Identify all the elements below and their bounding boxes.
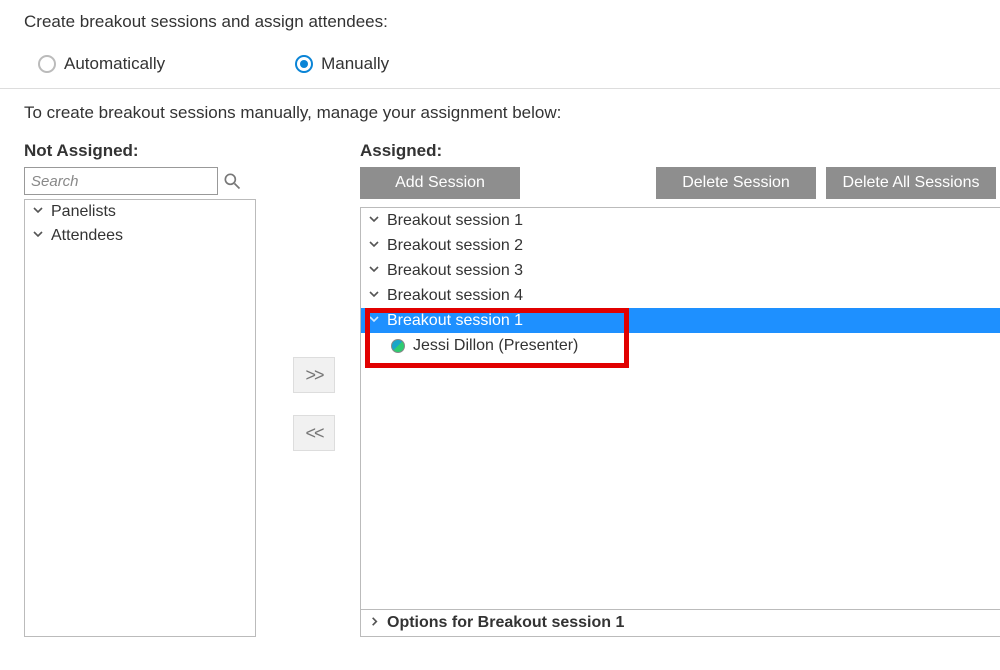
session-label: Breakout session 4 [387, 287, 523, 305]
assigned-heading: Assigned: [360, 141, 1000, 161]
session-label: Breakout session 1 [387, 212, 523, 230]
chevron-down-icon [367, 312, 381, 330]
chevron-right-icon [369, 614, 381, 632]
session-row[interactable]: Breakout session 4 [361, 283, 1000, 308]
spacer [530, 167, 646, 199]
search-icon[interactable] [222, 171, 242, 191]
radio-label-manual: Manually [321, 54, 389, 74]
session-row-selected[interactable]: Breakout session 1 [361, 308, 1000, 333]
radio-label-auto: Automatically [64, 54, 165, 74]
delete-all-sessions-button[interactable]: Delete All Sessions [826, 167, 996, 199]
not-assigned-list[interactable]: Panelists Attendees [24, 199, 256, 637]
tree-group-label: Panelists [51, 203, 116, 221]
presence-icon [391, 339, 405, 353]
assigned-panel: Assigned: Add Session Delete Session Del… [360, 141, 1000, 637]
options-footer-label: Options for Breakout session 1 [387, 614, 624, 632]
radio-automatically[interactable]: Automatically [38, 54, 165, 74]
transfer-buttons: >> << [268, 141, 360, 451]
session-row[interactable]: Breakout session 3 [361, 258, 1000, 283]
chevron-down-icon [31, 203, 45, 221]
options-footer[interactable]: Options for Breakout session 1 [361, 609, 1000, 636]
manual-instruction: To create breakout sessions manually, ma… [24, 103, 1000, 123]
add-session-button[interactable]: Add Session [360, 167, 520, 199]
assigned-list[interactable]: Breakout session 1 Breakout session 2 Br… [360, 207, 1000, 637]
session-label: Breakout session 2 [387, 237, 523, 255]
chevron-down-icon [367, 287, 381, 305]
session-row[interactable]: Breakout session 1 [361, 208, 1000, 233]
attendee-row[interactable]: Jessi Dillon (Presenter) [361, 333, 1000, 359]
tree-group-label: Attendees [51, 227, 123, 245]
radio-manually[interactable]: Manually [295, 54, 389, 74]
attendee-name: Jessi Dillon (Presenter) [413, 337, 578, 355]
dialog-instruction: Create breakout sessions and assign atte… [24, 12, 1000, 32]
chevron-down-icon [367, 262, 381, 280]
chevron-down-icon [367, 212, 381, 230]
session-label: Breakout session 1 [387, 312, 523, 330]
move-right-button[interactable]: >> [293, 357, 335, 393]
chevron-down-icon [367, 237, 381, 255]
assignment-columns: Not Assigned: Panelists Attendees [24, 141, 1000, 637]
session-label: Breakout session 3 [387, 262, 523, 280]
chevron-down-icon [31, 227, 45, 245]
tree-group-panelists[interactable]: Panelists [25, 200, 255, 224]
divider [0, 88, 1000, 89]
search-input[interactable] [24, 167, 218, 195]
delete-session-button[interactable]: Delete Session [656, 167, 816, 199]
radio-icon [295, 55, 313, 73]
move-left-button[interactable]: << [293, 415, 335, 451]
search-row [24, 167, 268, 195]
radio-icon [38, 55, 56, 73]
not-assigned-panel: Not Assigned: Panelists Attendees [24, 141, 268, 637]
assignment-mode-radios: Automatically Manually [24, 54, 1000, 74]
not-assigned-heading: Not Assigned: [24, 141, 268, 161]
tree-group-attendees[interactable]: Attendees [25, 224, 255, 248]
session-row[interactable]: Breakout session 2 [361, 233, 1000, 258]
assigned-button-row: Add Session Delete Session Delete All Se… [360, 167, 1000, 199]
